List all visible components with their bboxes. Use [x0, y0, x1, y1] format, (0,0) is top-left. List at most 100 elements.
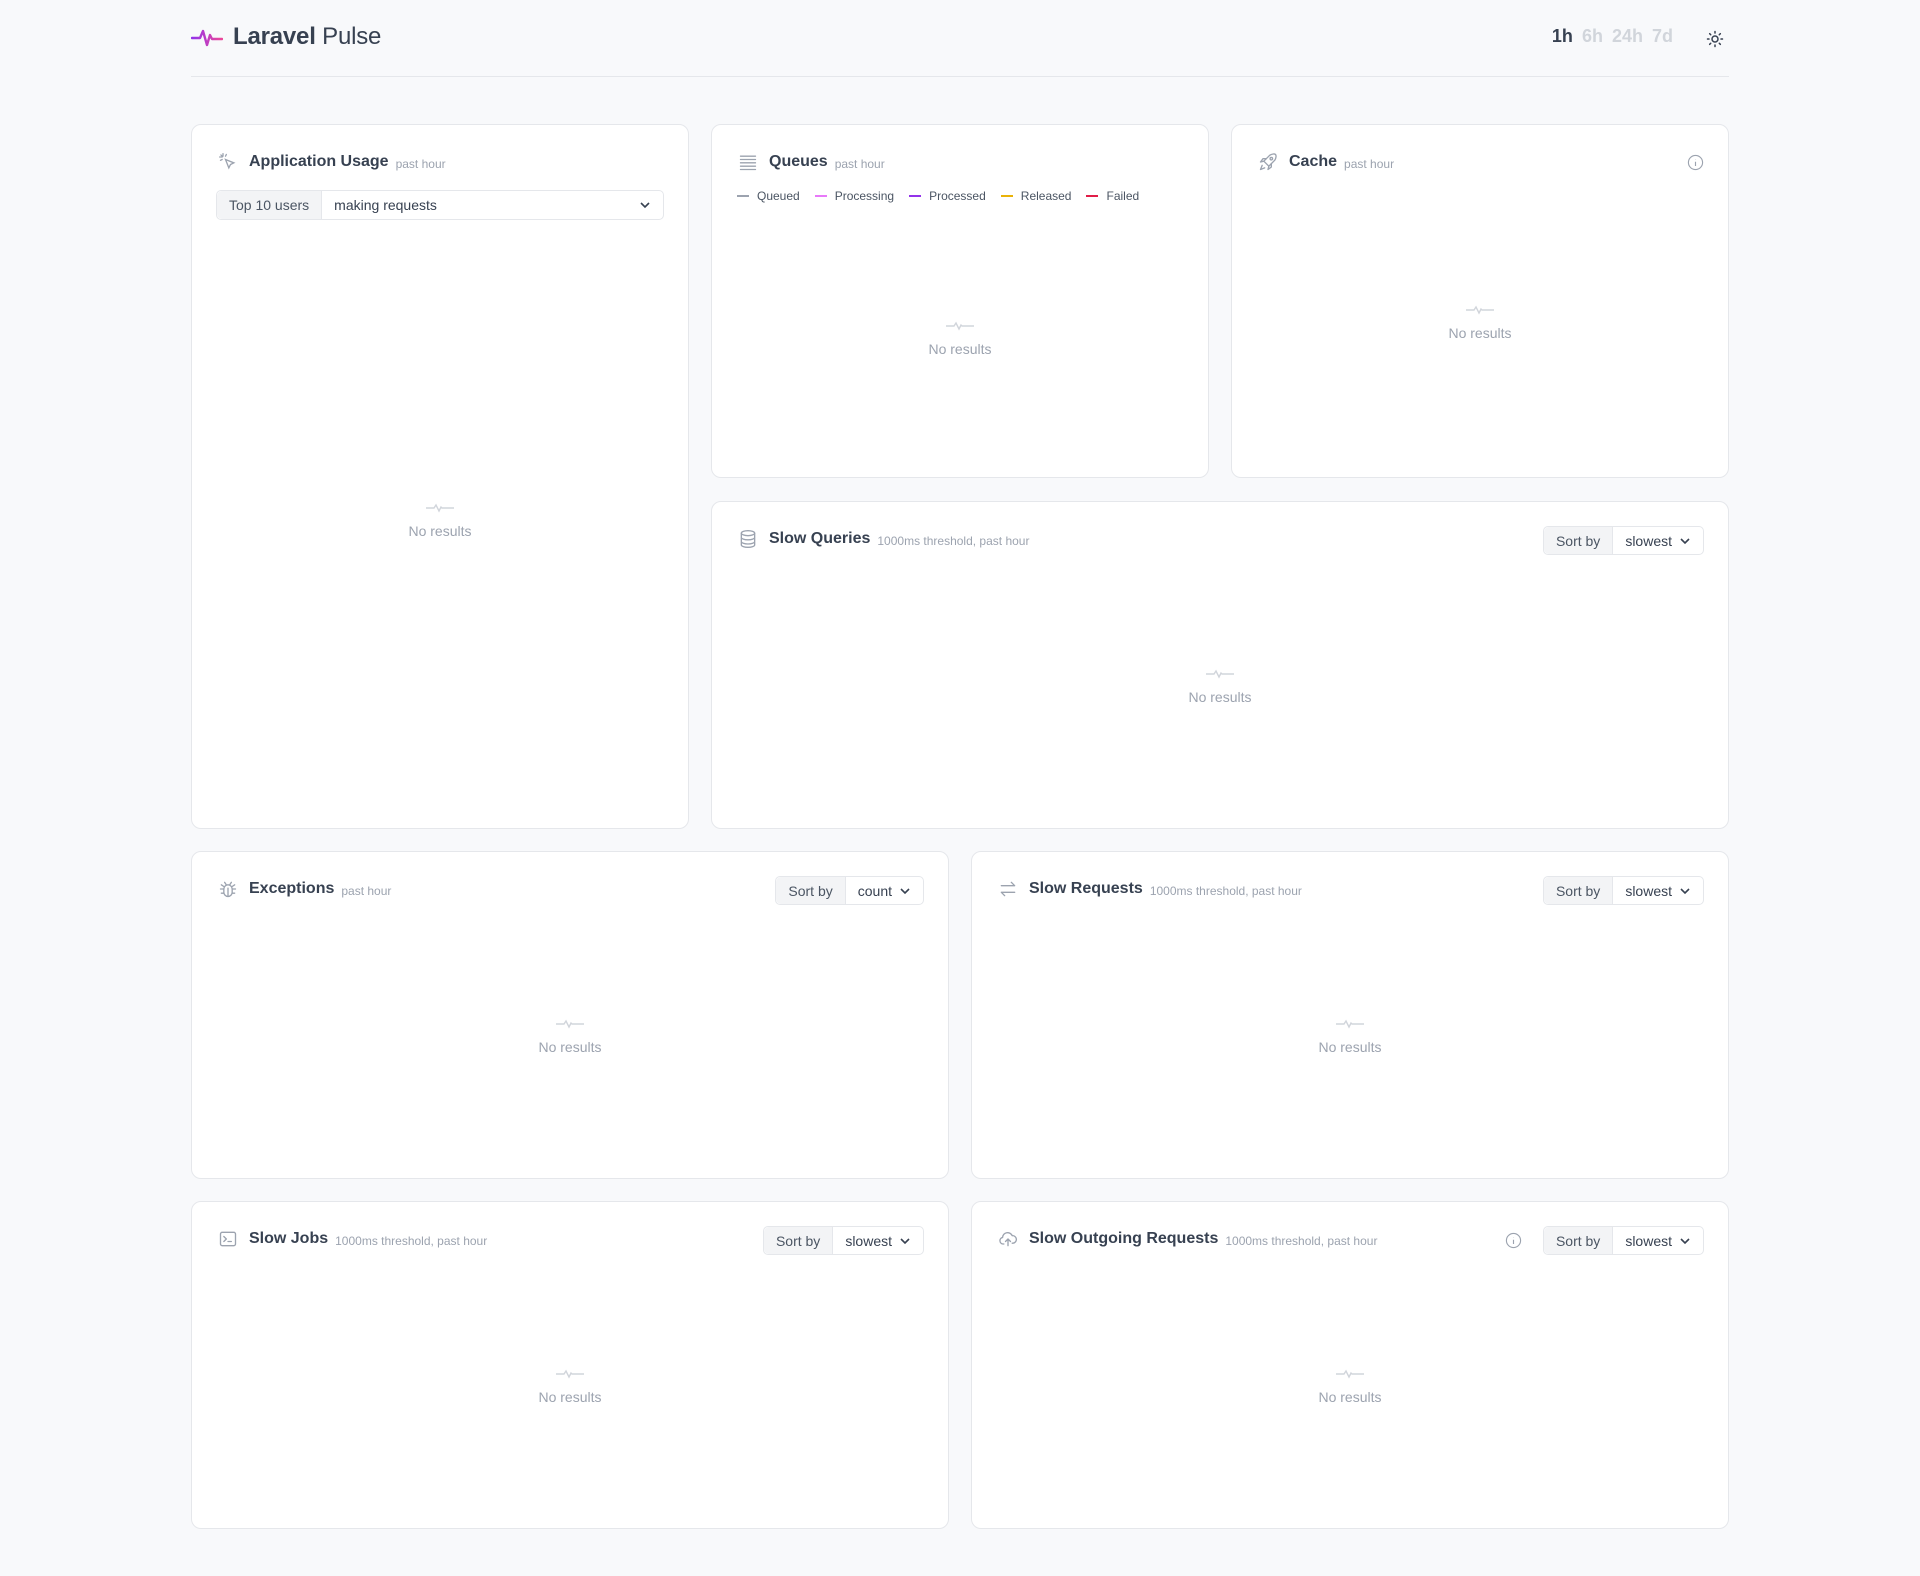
- card-header: Slow Requests 1000ms threshold, past hou…: [997, 877, 1302, 901]
- period-1h[interactable]: 1h: [1552, 26, 1573, 47]
- pulse-empty-icon: [1206, 669, 1234, 679]
- cloud-upload-icon: [997, 1228, 1019, 1250]
- legend-label: Queued: [757, 189, 800, 203]
- select-value: making requests: [322, 191, 663, 219]
- rocket-icon: [1257, 151, 1279, 173]
- sort-label: Sort by: [1543, 527, 1614, 554]
- card-title: Application Usage: [249, 153, 389, 170]
- legend-label: Processing: [834, 189, 895, 203]
- legend-item-failed: Failed: [1086, 189, 1139, 203]
- card-title: Cache: [1289, 153, 1338, 170]
- sort-label: Sort by: [1543, 1227, 1614, 1254]
- sort-select[interactable]: Sort by slowest: [1542, 526, 1704, 555]
- sort-value: slowest: [1613, 877, 1703, 904]
- sort-value-text: slowest: [1625, 532, 1672, 549]
- empty-text: No results: [1448, 325, 1512, 341]
- database-icon: [737, 528, 759, 550]
- cache-card: Cache past hour No results: [1231, 124, 1729, 478]
- arrows-right-left-icon: [997, 878, 1019, 900]
- sort-value: slowest: [1613, 527, 1703, 554]
- sort-label: Sort by: [776, 877, 846, 904]
- legend-label: Failed: [1106, 189, 1140, 203]
- brand-primary: Laravel: [233, 23, 316, 50]
- sort-select[interactable]: Sort by slowest: [762, 1226, 924, 1255]
- legend-item-released: Released: [1000, 189, 1072, 203]
- sort-value: count: [846, 877, 923, 904]
- chevron-down-icon: [1680, 1237, 1690, 1244]
- period-24h[interactable]: 24h: [1612, 26, 1643, 47]
- header: Laravel Pulse 1h 6h 24h 7d: [191, 0, 1729, 77]
- empty-text: No results: [928, 341, 992, 357]
- legend-label: Processed: [929, 189, 986, 203]
- empty-text: No results: [1318, 1389, 1382, 1405]
- empty-state: No results: [192, 1368, 948, 1405]
- card-subtitle: 1000ms threshold, past hour: [1225, 1233, 1378, 1248]
- pulse-logo-icon: [191, 29, 223, 47]
- legend-label: Released: [1020, 189, 1072, 203]
- empty-text: No results: [1188, 689, 1252, 705]
- usage-type-select[interactable]: Top 10 users making requests: [216, 190, 664, 220]
- empty-text: No results: [538, 1389, 602, 1405]
- pulse-empty-icon: [1466, 305, 1494, 315]
- application-usage-card: Application Usage past hour Top 10 users…: [191, 124, 689, 829]
- card-subtitle: past hour: [341, 883, 392, 898]
- cursor-click-icon: [217, 151, 239, 173]
- chevron-down-icon: [900, 1237, 910, 1244]
- empty-text: No results: [1318, 1039, 1382, 1055]
- card-subtitle: past hour: [834, 156, 885, 171]
- card-header: Cache past hour: [1257, 150, 1394, 174]
- card-title: Slow Queries: [769, 530, 871, 547]
- brand-name: Laravel Pulse: [233, 23, 381, 51]
- sort-select[interactable]: Sort by count: [775, 876, 924, 905]
- card-title: Slow Requests: [1029, 880, 1143, 897]
- queue-list-icon: [737, 151, 759, 173]
- chevron-down-icon: [900, 887, 910, 894]
- empty-state: No results: [192, 1018, 948, 1055]
- empty-state: No results: [1232, 304, 1728, 341]
- empty-text: No results: [538, 1039, 602, 1055]
- chevron-down-icon: [1680, 887, 1690, 894]
- select-value-text: making requests: [334, 197, 437, 213]
- select-label: Top 10 users: [217, 191, 323, 219]
- card-header: Queues past hour: [737, 150, 885, 174]
- slow-outgoing-requests-card: Slow Outgoing Requests 1000ms threshold,…: [971, 1201, 1729, 1529]
- sort-value: slowest: [833, 1227, 923, 1254]
- empty-state: No results: [972, 1018, 1728, 1055]
- slow-jobs-card: Slow Jobs 1000ms threshold, past hour So…: [191, 1201, 949, 1529]
- info-icon[interactable]: [1504, 1231, 1522, 1249]
- chevron-down-icon: [1680, 537, 1690, 544]
- sort-value: slowest: [1613, 1227, 1703, 1254]
- info-icon[interactable]: [1686, 153, 1704, 171]
- brand[interactable]: Laravel Pulse: [191, 23, 381, 51]
- pulse-empty-icon: [556, 1019, 584, 1029]
- sun-icon: [1706, 30, 1724, 48]
- exceptions-card: Exceptions past hour Sort by count No re…: [191, 851, 949, 1179]
- card-title: Slow Outgoing Requests: [1029, 1230, 1219, 1247]
- period-6h[interactable]: 6h: [1582, 26, 1603, 47]
- card-title: Queues: [769, 153, 828, 170]
- sort-select[interactable]: Sort by slowest: [1542, 876, 1704, 905]
- card-title: Exceptions: [249, 880, 335, 897]
- theme-toggle-button[interactable]: [1701, 25, 1729, 53]
- legend-item-queued: Queued: [737, 189, 800, 203]
- sort-select[interactable]: Sort by slowest: [1542, 1226, 1704, 1255]
- card-subtitle: 1000ms threshold, past hour: [877, 533, 1030, 548]
- sort-label: Sort by: [763, 1227, 834, 1254]
- legend-item-processing: Processing: [814, 189, 895, 203]
- card-subtitle: past hour: [395, 156, 446, 171]
- queues-legend: Queued Processing Processed Released Fai…: [737, 189, 1139, 203]
- empty-state: No results: [712, 320, 1208, 357]
- empty-state: No results: [712, 668, 1728, 705]
- sort-label: Sort by: [1543, 877, 1614, 904]
- pulse-empty-icon: [556, 1369, 584, 1379]
- sort-value-text: count: [857, 882, 892, 899]
- slow-requests-card: Slow Requests 1000ms threshold, past hou…: [971, 851, 1729, 1179]
- empty-state: No results: [972, 1368, 1728, 1405]
- card-header: Application Usage past hour: [217, 150, 446, 174]
- pulse-empty-icon: [946, 321, 974, 331]
- card-subtitle: past hour: [1344, 156, 1395, 171]
- card-header: Slow Outgoing Requests 1000ms threshold,…: [997, 1227, 1377, 1251]
- period-7d[interactable]: 7d: [1652, 26, 1673, 47]
- period-selector: 1h 6h 24h 7d: [1552, 26, 1673, 47]
- pulse-empty-icon: [1336, 1369, 1364, 1379]
